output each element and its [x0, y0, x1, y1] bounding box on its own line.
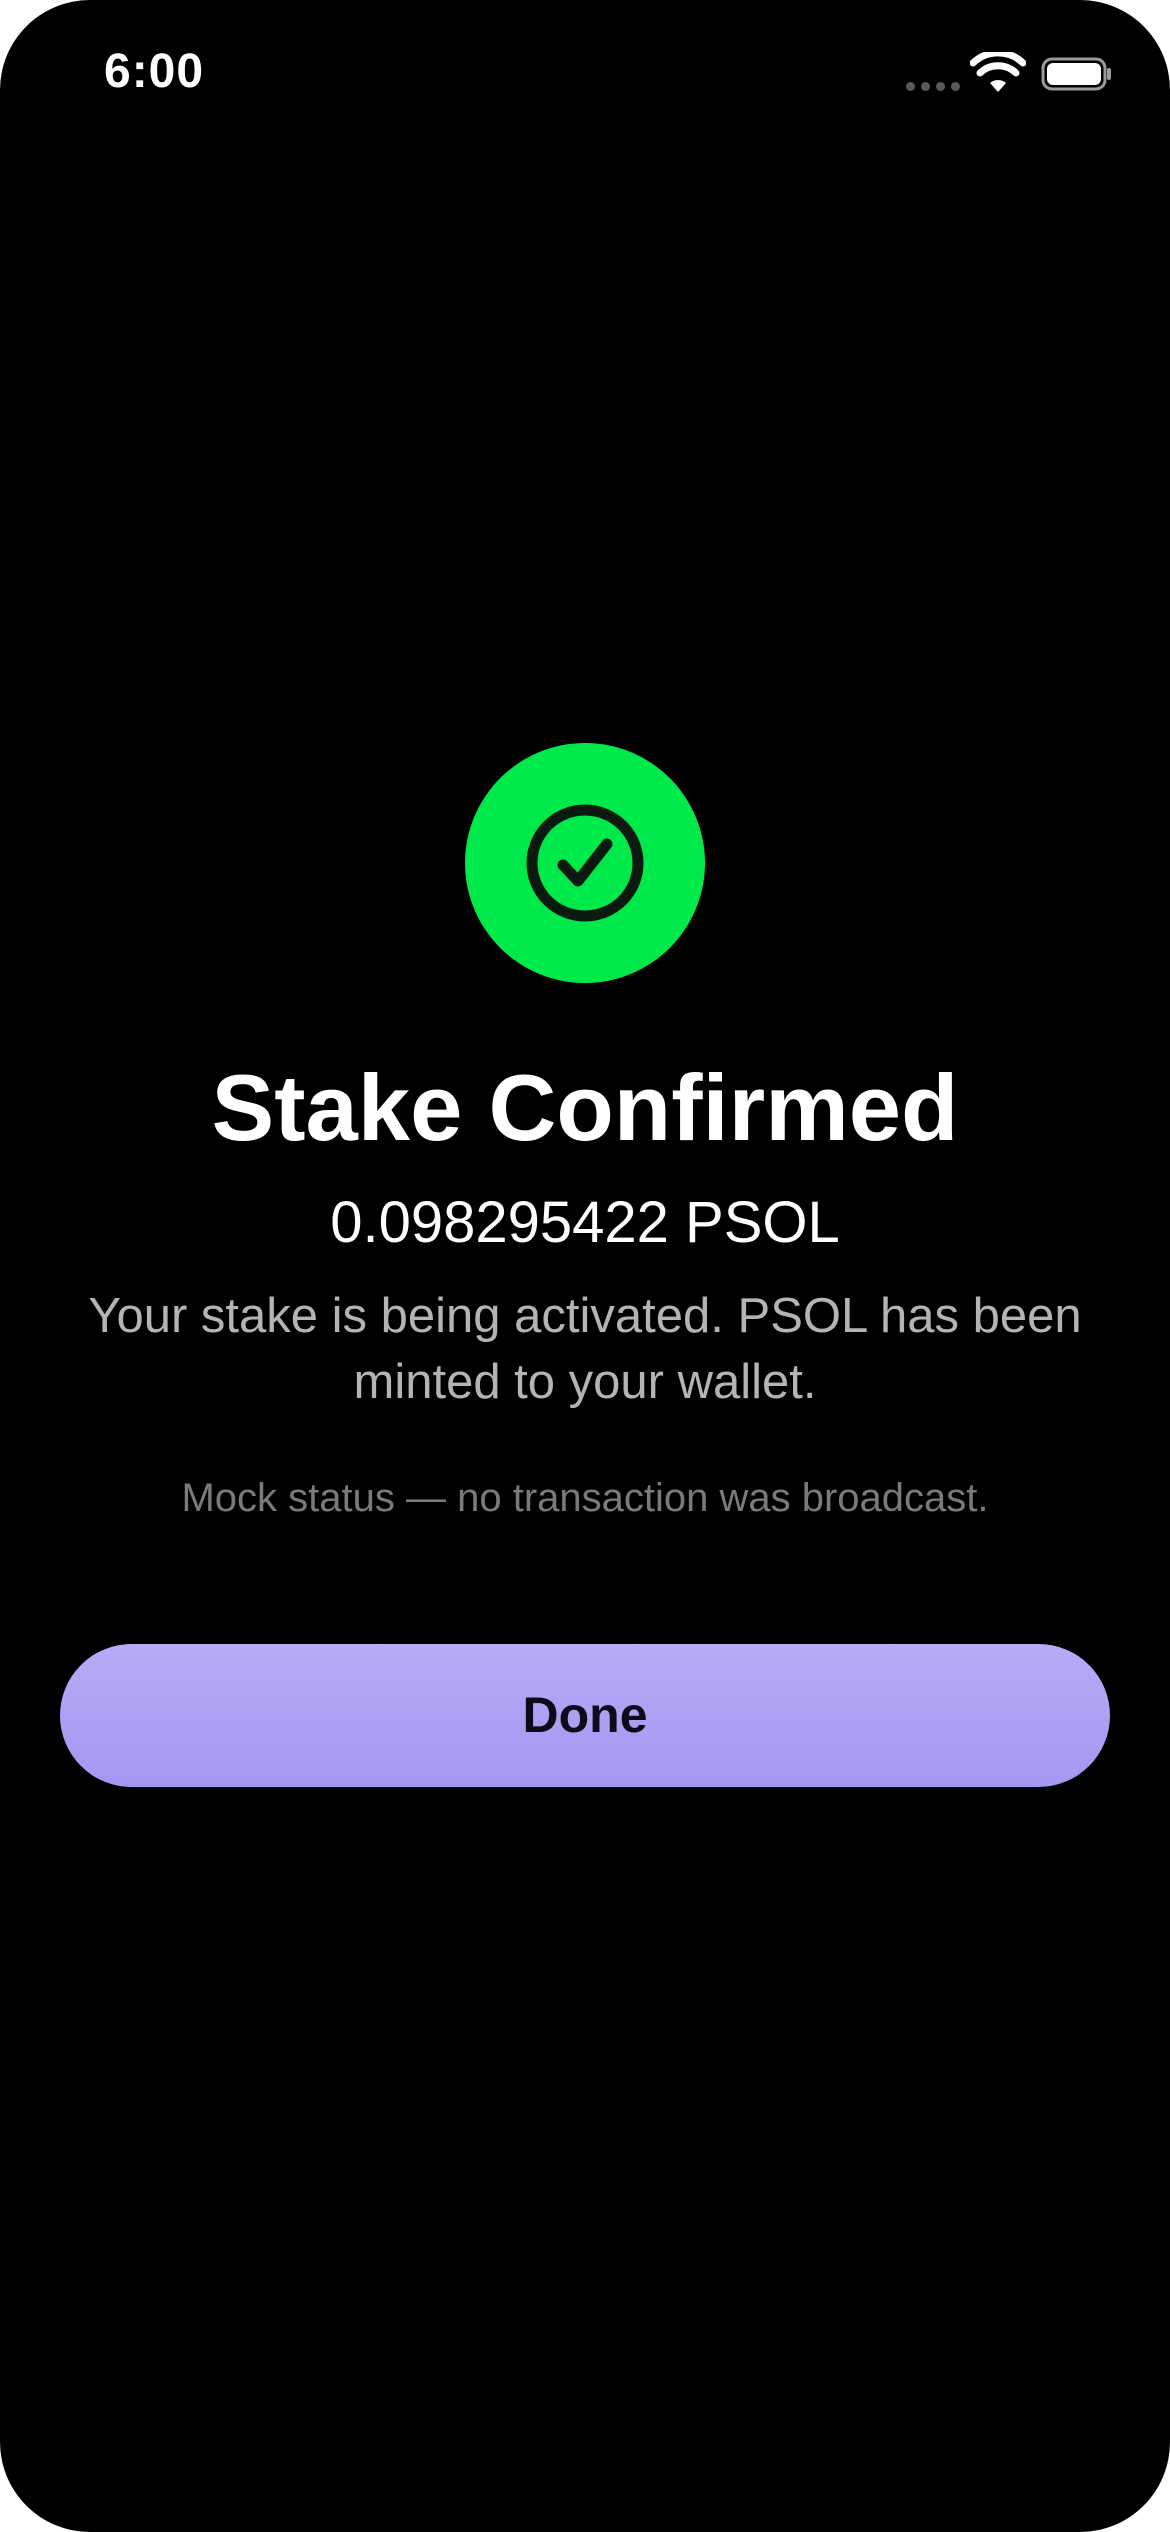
battery-icon [1041, 57, 1111, 91]
stake-confirmed-screen: 6:00 Stake Confirmed 0.098295422 PSOL Yo… [0, 0, 1170, 2532]
cellular-signal-icon [906, 82, 960, 91]
checkmark-circle-icon [526, 804, 644, 922]
wifi-icon [970, 52, 1026, 92]
stake-amount: 0.098295422 PSOL [330, 1190, 840, 1255]
confirmation-message: Your stake is being activated. PSOL has … [88, 1289, 1082, 1409]
page-title: Stake Confirmed [211, 1055, 959, 1160]
status-bar: 6:00 [0, 0, 1170, 150]
done-button[interactable]: Done [60, 1644, 1110, 1787]
status-time: 6:00 [104, 45, 205, 98]
mock-status-note: Mock status — no transaction was broadca… [181, 1476, 989, 1520]
success-badge [465, 743, 705, 983]
